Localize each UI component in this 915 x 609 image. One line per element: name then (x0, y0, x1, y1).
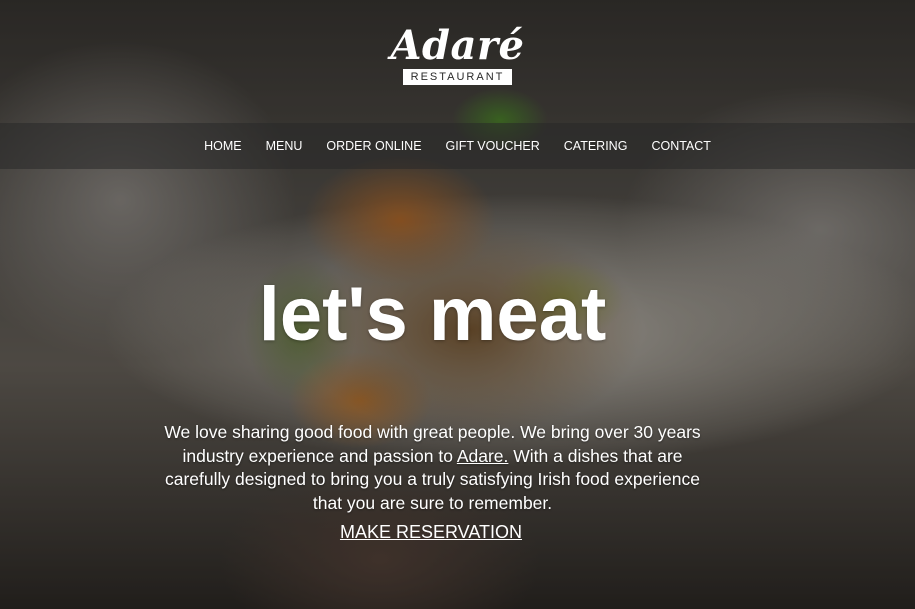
nav-item-home[interactable]: HOME (204, 139, 242, 153)
adare-link[interactable]: Adare. (457, 446, 509, 466)
nav-item-gift-voucher[interactable]: GIFT VOUCHER (446, 139, 540, 153)
brand-name: Adaré (390, 22, 525, 69)
nav-item-catering[interactable]: CATERING (564, 139, 628, 153)
main-nav: HOME MENU ORDER ONLINE GIFT VOUCHER CATE… (0, 123, 915, 169)
brand-logo[interactable]: Adaré RESTAURANT (0, 25, 915, 85)
hero-section: Adaré RESTAURANT HOME MENU ORDER ONLINE … (0, 0, 915, 609)
hero-headline: let's meat (258, 272, 607, 357)
cta-container: MAKE RESERVATION (0, 522, 862, 543)
nav-item-order-online[interactable]: ORDER ONLINE (326, 139, 421, 153)
make-reservation-button[interactable]: MAKE RESERVATION (340, 522, 522, 542)
nav-item-contact[interactable]: CONTACT (651, 139, 711, 153)
brand-tagline: RESTAURANT (402, 69, 513, 85)
nav-item-menu[interactable]: MENU (266, 139, 303, 153)
hero-intro-text: We love sharing good food with great peo… (160, 421, 705, 515)
